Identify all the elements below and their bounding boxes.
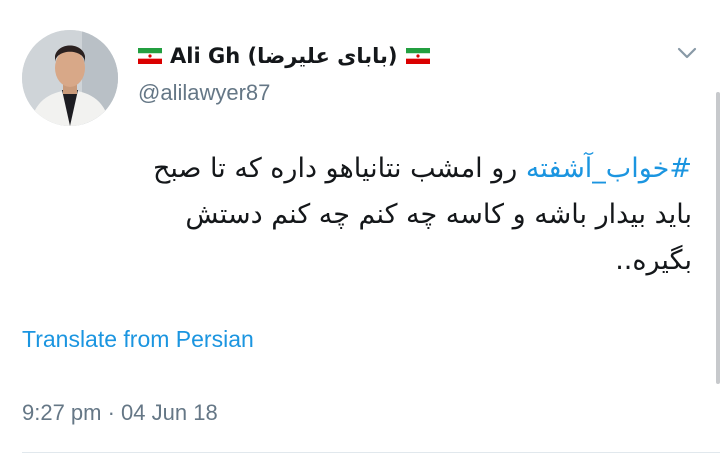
scrollbar[interactable] xyxy=(716,92,720,384)
tweet-text: #خواب_آشفته رو امشب نتانیاهو داره که تا … xyxy=(120,146,692,284)
tweet-timestamp[interactable]: 9:27 pm · 04 Jun 18 xyxy=(22,400,218,426)
author-handle[interactable]: @alilawyer87 xyxy=(138,80,270,106)
hashtag-link[interactable]: #خواب_آشفته xyxy=(526,153,692,184)
avatar-image xyxy=(22,30,118,126)
iran-flag-icon xyxy=(405,48,430,64)
divider xyxy=(22,452,720,453)
chevron-down-icon[interactable] xyxy=(672,38,702,68)
tweet-card: Ali Gh (بابای علیرضا) @alilawyer87 #خواب… xyxy=(0,0,720,458)
avatar[interactable] xyxy=(22,30,118,126)
author-display-name[interactable]: Ali Gh (بابای علیرضا) xyxy=(170,44,398,68)
author-name-row[interactable]: Ali Gh (بابای علیرضا) xyxy=(138,40,430,72)
translate-link[interactable]: Translate from Persian xyxy=(22,326,254,353)
iran-flag-icon xyxy=(138,48,162,64)
